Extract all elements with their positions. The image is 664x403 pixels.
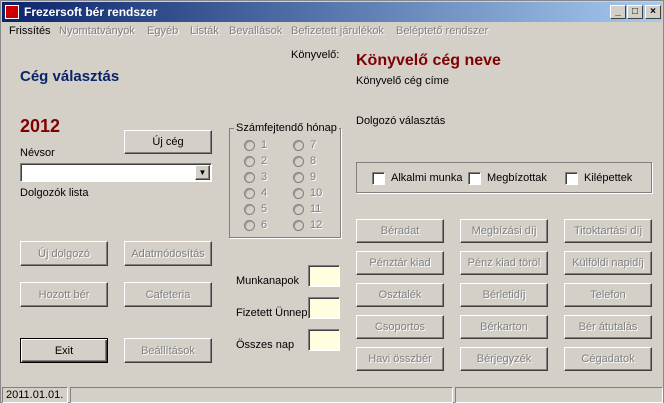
menu-print-forms[interactable]: Nyomtatványok (59, 25, 135, 37)
month-radio-label: 2 (261, 155, 268, 167)
leavers-checkbox[interactable] (565, 172, 578, 185)
month-group-label: Számfejtendő hónap (234, 122, 339, 134)
payslip-button[interactable]: Bérjegyzék (460, 347, 548, 371)
paid-holiday-label: Fizetett Ünnep (236, 307, 308, 319)
cash-payout-button[interactable]: Pénztár kiad (356, 251, 444, 275)
month-radio-10[interactable] (293, 188, 304, 199)
new-employee-button[interactable]: Új dolgozó (20, 241, 108, 266)
month-radio-3[interactable] (244, 172, 255, 183)
accountant-label: Könyvelő: (291, 49, 340, 61)
casual-work-checkbox[interactable] (372, 172, 385, 185)
month-radio-label: 6 (261, 219, 268, 231)
exit-button[interactable]: Exit (20, 338, 108, 363)
month-radio-label: 5 (261, 203, 268, 215)
close-icon[interactable]: × (645, 5, 661, 19)
month-radio-1[interactable] (244, 140, 255, 151)
month-radio-label: 12 (310, 219, 323, 231)
dividend-button[interactable]: Osztalék (356, 283, 444, 307)
month-radio-5[interactable] (244, 204, 255, 215)
settings-button[interactable]: Beállítások (124, 338, 212, 363)
phone-button[interactable]: Telefon (564, 283, 652, 307)
month-radio-label: 7 (310, 139, 317, 151)
contracted-checkbox[interactable] (468, 172, 481, 185)
name-list-label: Névsor (20, 147, 55, 159)
employee-select-label: Dolgozó választás (356, 115, 446, 127)
accountant-company-name: Könyvelő cég neve (356, 52, 501, 69)
workdays-label: Munkanapok (236, 275, 299, 287)
month-radio-label: 10 (310, 187, 323, 199)
month-radio-label: 8 (310, 155, 317, 167)
name-list-combobox[interactable]: ▼ (20, 163, 212, 182)
month-radio-label: 11 (310, 203, 322, 215)
workdays-input[interactable] (308, 265, 340, 287)
wage-transfer-button[interactable]: Bér átutalás (564, 315, 652, 339)
total-days-label: Összes nap (236, 339, 295, 351)
accountant-company-address: Könyvelő cég címe (356, 75, 449, 87)
app-icon (5, 5, 19, 19)
menu-bar: Frissítés Nyomtatványok Egyéb Listák Bev… (2, 23, 662, 42)
status-date: 2011.01.01. (2, 387, 68, 403)
total-days-input[interactable] (308, 329, 340, 351)
new-company-button[interactable]: Új cég (124, 130, 212, 154)
confidentiality-fee-button[interactable]: Titoktartási díj (564, 219, 652, 243)
wage-data-button[interactable]: Béradat (356, 219, 444, 243)
company-data-button[interactable]: Cégadatok (564, 347, 652, 371)
month-radio-6[interactable] (244, 220, 255, 231)
wage-card-button[interactable]: Bérkarton (460, 315, 548, 339)
rental-fee-button[interactable]: Bérletidíj (460, 283, 548, 307)
status-panel-right (455, 387, 663, 403)
month-radio-label: 4 (261, 187, 268, 199)
cash-payout-delete-button[interactable]: Pénz kiad töröl (460, 251, 548, 275)
status-panel-middle (70, 387, 453, 403)
month-radio-11[interactable] (293, 204, 304, 215)
menu-returns[interactable]: Bevallások (229, 25, 282, 37)
year-label: 2012 (20, 116, 61, 136)
menu-paid-contributions[interactable]: Befizetett járulékok (291, 25, 384, 37)
carried-wage-button[interactable]: Hozott bér (20, 282, 108, 307)
month-radio-4[interactable] (244, 188, 255, 199)
chevron-down-icon[interactable]: ▼ (195, 165, 210, 180)
contracted-label: Megbízottak (487, 172, 547, 184)
group-button[interactable]: Csoportos (356, 315, 444, 339)
monthly-total-wage-button[interactable]: Havi összbér (356, 347, 444, 371)
month-radio-8[interactable] (293, 156, 304, 167)
window-title: Frezersoft bér rendszer (24, 5, 158, 19)
menu-other[interactable]: Egyéb (147, 25, 178, 37)
menu-lists[interactable]: Listák (190, 25, 219, 37)
casual-work-label: Alkalmi munka (391, 172, 463, 184)
maximize-icon[interactable]: □ (627, 5, 643, 19)
month-radio-12[interactable] (293, 220, 304, 231)
menu-refresh[interactable]: Frissítés (9, 25, 51, 37)
month-radio-label: 3 (261, 171, 268, 183)
month-radio-label: 1 (261, 139, 268, 151)
menu-entry-system[interactable]: Beléptető rendszer (396, 25, 488, 37)
month-radio-7[interactable] (293, 140, 304, 151)
month-radio-label: 9 (310, 171, 317, 183)
cafeteria-button[interactable]: Cafeteria (124, 282, 212, 307)
commission-fee-button[interactable]: Megbízási díj (460, 219, 548, 243)
data-modify-button[interactable]: Adatmódosítás (124, 241, 212, 266)
main-window: Frezersoft bér rendszer _ □ × Frissítés … (0, 0, 664, 403)
month-radio-9[interactable] (293, 172, 304, 183)
title-bar[interactable]: Frezersoft bér rendszer _ □ × (2, 2, 662, 22)
company-select-heading: Cég választás (20, 68, 120, 85)
foreign-per-diem-button[interactable]: Külföldi napidíj (564, 251, 652, 275)
employees-list-label: Dolgozók lista (20, 187, 89, 199)
paid-holiday-input[interactable] (308, 297, 340, 319)
leavers-label: Kilépettek (584, 172, 633, 184)
month-radio-2[interactable] (244, 156, 255, 167)
minimize-icon[interactable]: _ (610, 5, 626, 19)
